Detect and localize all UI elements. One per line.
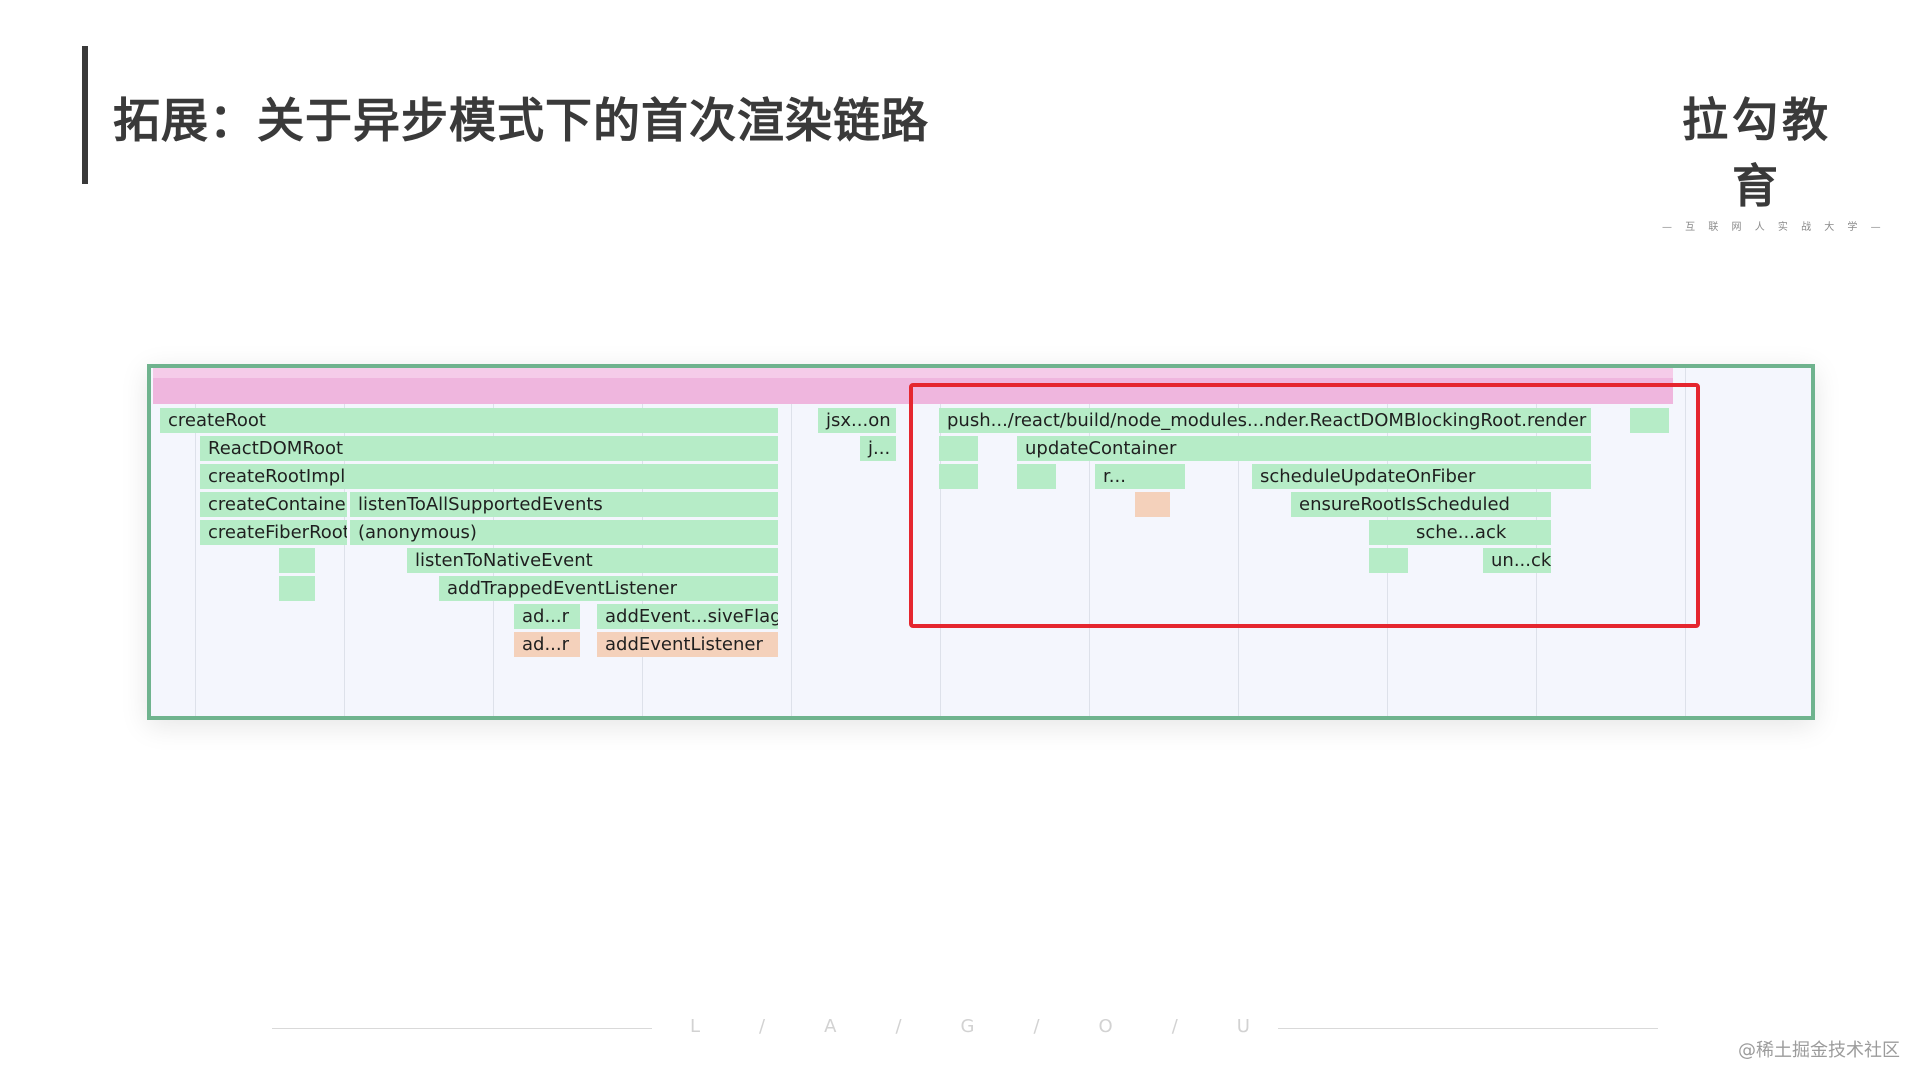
- logo-tagline: — 互 联 网 人 实 战 大 学 —: [1662, 222, 1886, 233]
- title-accent-bar: [82, 46, 88, 184]
- footer-line-right: [1278, 1028, 1658, 1029]
- footer-letter: /: [895, 1016, 902, 1037]
- frame-anonymous[interactable]: (anonymous): [350, 520, 778, 545]
- frame-addEventListener[interactable]: addEventListener: [597, 632, 778, 657]
- footer-lagou: L / A / G / O / U: [690, 1016, 1250, 1037]
- frame-ad-r[interactable]: ad...r: [514, 604, 580, 629]
- grid-line: [791, 368, 792, 716]
- frame-ReactDOMRoot[interactable]: ReactDOMRoot: [200, 436, 778, 461]
- footer-letter: L: [690, 1016, 701, 1037]
- highlight-box: [909, 383, 1700, 628]
- watermark: @稀土掘金技术社区: [1738, 1040, 1900, 1061]
- footer-letter: /: [1171, 1016, 1178, 1037]
- frame-listenToAllSupportedEvents[interactable]: listenToAllSupportedEvents: [350, 492, 778, 517]
- frame-ad-r-2[interactable]: ad...r: [514, 632, 580, 657]
- footer-letter: G: [960, 1016, 975, 1037]
- frame-createFiberRoot[interactable]: createFiberRoot: [200, 520, 347, 545]
- footer-line-left: [272, 1028, 652, 1029]
- frame-createRoot[interactable]: createRoot: [160, 408, 778, 433]
- logo: 拉勾教育 — 互 联 网 人 实 战 大 学 —: [1662, 84, 1886, 233]
- frame-unnamed[interactable]: [279, 548, 315, 573]
- frame-j[interactable]: j...: [860, 436, 896, 461]
- frame-addTrappedEventListener[interactable]: addTrappedEventListener: [439, 576, 778, 601]
- frame-addEvent-siveFlag[interactable]: addEvent...siveFlag: [597, 604, 778, 629]
- frame-createContainer[interactable]: createContainer: [200, 492, 347, 517]
- slide-title: 拓展：关于异步模式下的首次渲染链路: [113, 94, 929, 149]
- footer-letter: /: [1033, 1016, 1040, 1037]
- frame-listenToNativeEvent[interactable]: listenToNativeEvent: [407, 548, 778, 573]
- footer-letter: A: [824, 1016, 837, 1037]
- top-task-bar: [153, 368, 1673, 378]
- footer-letter: /: [759, 1016, 766, 1037]
- frame-createRootImpl[interactable]: createRootImpl: [200, 464, 778, 489]
- frame-unnamed[interactable]: [279, 576, 315, 601]
- footer-letter: U: [1236, 1016, 1250, 1037]
- frame-jsx-on[interactable]: jsx...on: [818, 408, 896, 433]
- footer-letter: O: [1098, 1016, 1113, 1037]
- logo-name: 拉勾教育: [1682, 93, 1832, 213]
